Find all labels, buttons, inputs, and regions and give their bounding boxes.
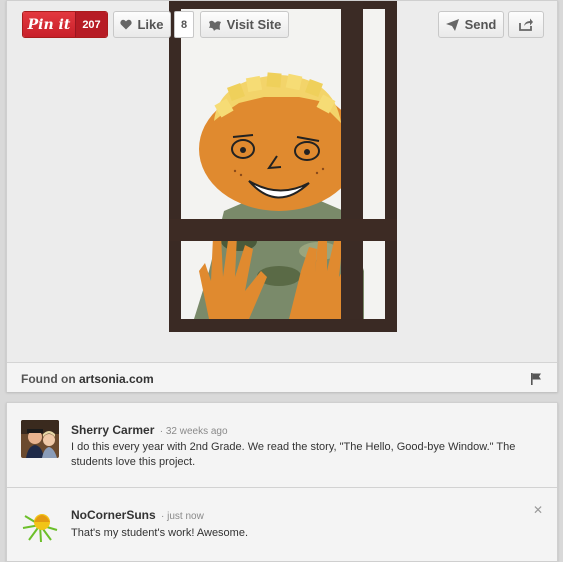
like-count: 8 — [174, 11, 194, 38]
comment-item: Sherry Carmer · 32 weeks ago I do this e… — [7, 403, 557, 488]
repin-count: 207 — [75, 12, 107, 37]
close-icon[interactable]: ✕ — [533, 503, 543, 517]
visit-site-button[interactable]: Visit Site — [200, 11, 289, 38]
author-name: Sherry Carmer — [71, 423, 155, 437]
like-button[interactable]: Like — [113, 11, 171, 38]
pin-image[interactable] — [169, 1, 397, 332]
visit-site-label: Visit Site — [226, 17, 282, 32]
source-prefix: Found on — [21, 372, 79, 386]
pin-card: Pin it 207 Like 8 Visit Site Send Found … — [6, 0, 558, 392]
source-domain: artsonia.com — [78, 372, 154, 386]
pin-it-button[interactable]: Pin it 207 — [22, 11, 108, 38]
comment-text: That's my student's work! Awesome. — [71, 527, 249, 539]
source-strip: Found on artsonia.com — [7, 362, 557, 392]
comment-time: · just now — [161, 511, 204, 522]
comment-author[interactable]: Sherry Carmer · 32 weeks ago — [71, 423, 228, 437]
globe-icon — [208, 18, 222, 32]
comment-item: NoCornerSuns · just now That's my studen… — [7, 489, 557, 562]
author-name: NoCornerSuns — [71, 508, 156, 522]
comment-text: I do this every year with 2nd Grade. We … — [71, 441, 516, 468]
like-label: Like — [137, 17, 164, 32]
share-button[interactable] — [508, 11, 544, 38]
comments-card: Sherry Carmer · 32 weeks ago I do this e… — [6, 402, 558, 562]
toolbar: Pin it 207 Like 8 Visit Site Send — [7, 1, 557, 47]
heart-icon — [120, 19, 133, 30]
flag-icon[interactable] — [531, 372, 541, 390]
send-button[interactable]: Send — [438, 11, 504, 38]
paper-plane-icon — [445, 18, 459, 31]
comment-author[interactable]: NoCornerSuns · just now — [71, 508, 204, 522]
avatar[interactable] — [21, 506, 59, 544]
pin-it-label: Pin it — [23, 12, 75, 37]
comment-time: · 32 weeks ago — [159, 426, 228, 437]
share-arrow-icon — [519, 18, 533, 31]
source-link[interactable]: Found on artsonia.com — [21, 372, 154, 386]
avatar[interactable] — [21, 420, 59, 458]
send-label: Send — [464, 17, 497, 32]
